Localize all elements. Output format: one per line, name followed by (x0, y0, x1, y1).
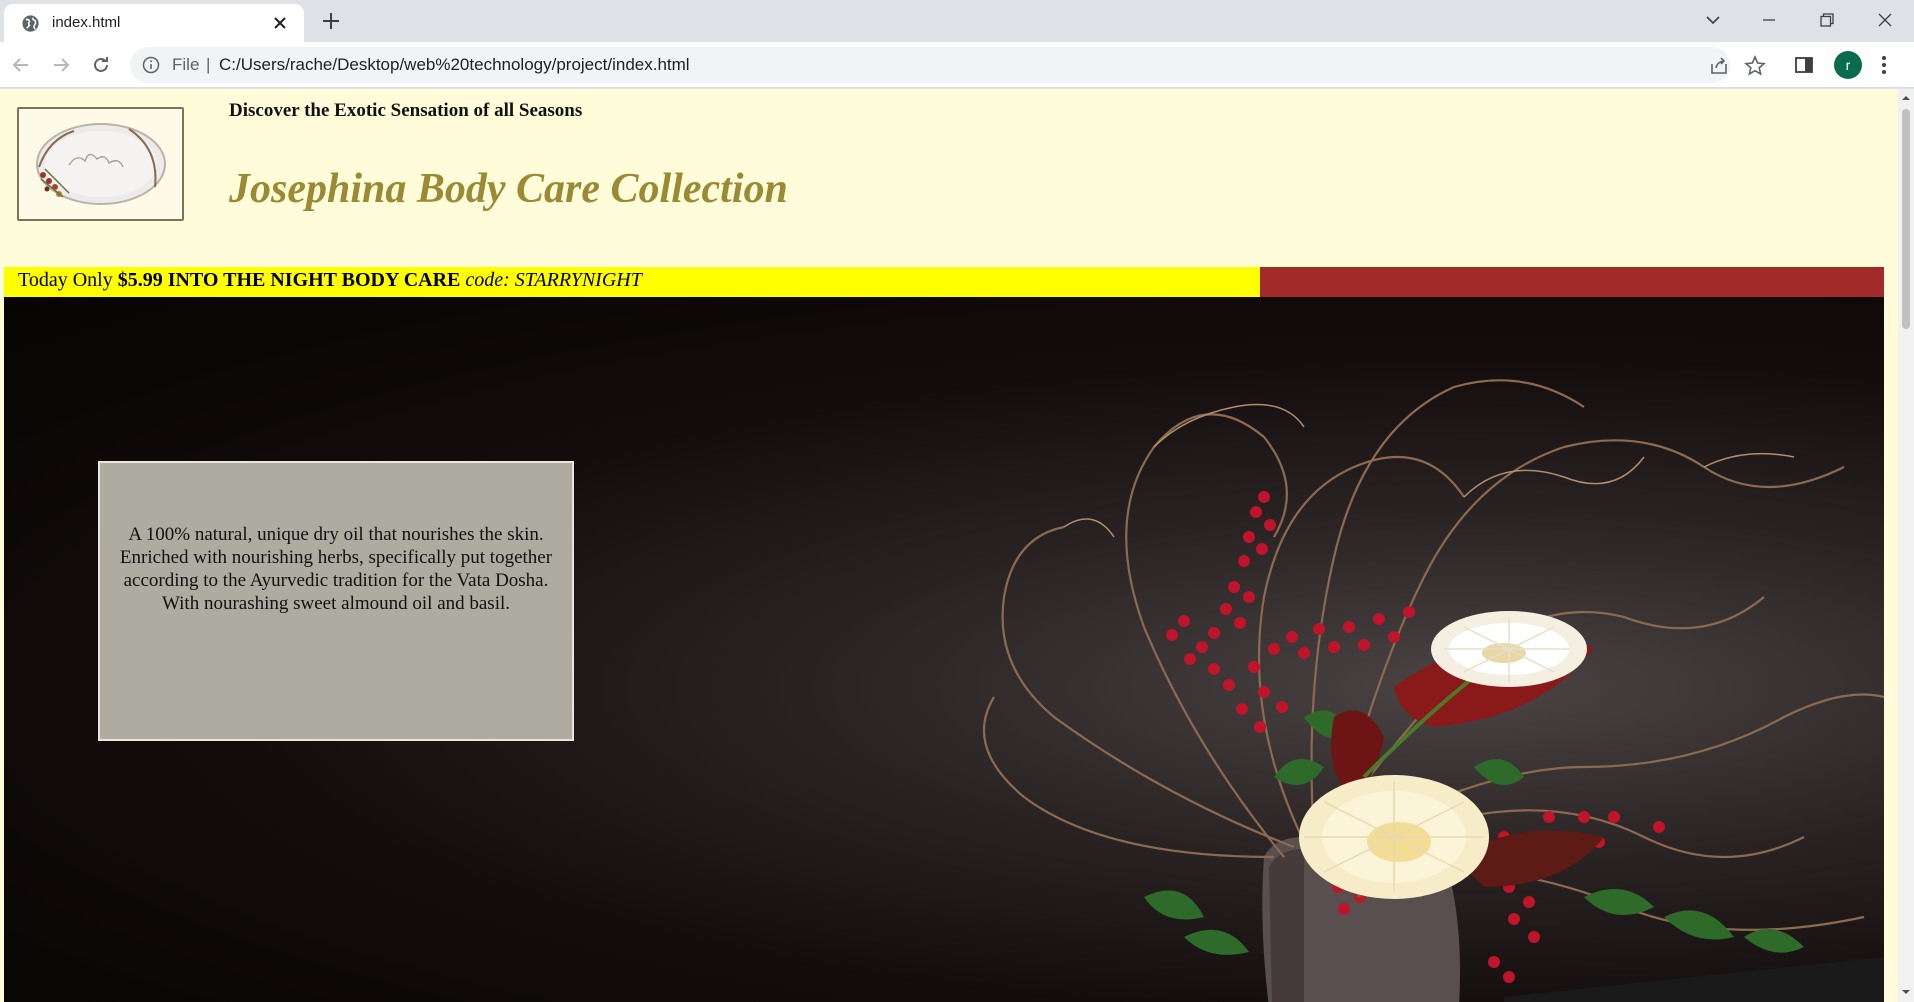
close-window-button[interactable] (1856, 0, 1914, 40)
share-icon[interactable] (1708, 55, 1730, 77)
address-bar[interactable]: File | C:/Users/rache/Desktop/web%20tech… (130, 47, 1766, 83)
address-separator: | (206, 55, 211, 74)
new-tab-icon[interactable] (318, 8, 344, 34)
tagline: Discover the Exotic Sensation of all Sea… (229, 100, 583, 121)
product-description: A 100% natural, unique dry oil that nour… (119, 524, 553, 614)
promo-offer: $5.99 INTO THE NIGHT BODY CARE (117, 269, 461, 291)
page-viewport: Discover the Exotic Sensation of all Sea… (0, 89, 1914, 1002)
product-description-box: A 100% natural, unique dry oil that nour… (98, 461, 574, 741)
tab-title: index.html (52, 14, 121, 31)
hero-image: A 100% natural, unique dry oil that nour… (4, 297, 1884, 1002)
forward-button[interactable] (48, 52, 74, 78)
back-button[interactable] (8, 52, 34, 78)
info-icon[interactable] (142, 56, 160, 74)
url-text[interactable]: C:/Users/rache/Desktop/web%20technology/… (219, 55, 690, 75)
menu-dots-icon[interactable] (1880, 55, 1888, 75)
chevron-down-icon (1706, 16, 1720, 25)
page-title: Josephina Body Care Collection (229, 166, 788, 212)
promo-code: code: STARRYNIGHT (460, 269, 642, 291)
promo-prefix: Today Only (18, 269, 118, 291)
browser-toolbar: File | C:/Users/rache/Desktop/web%20tech… (0, 42, 1914, 88)
scroll-up-icon[interactable] (1901, 93, 1911, 103)
arrow-left-icon (12, 58, 28, 72)
scheme-label: File (172, 55, 200, 74)
promo-banner: Today Only $5.99 INTO THE NIGHT BODY CAR… (4, 267, 1884, 297)
logo-image (36, 123, 166, 205)
minimize-button[interactable] (1740, 0, 1798, 40)
arrow-right-icon (54, 58, 70, 72)
close-tab-icon[interactable] (270, 13, 290, 33)
globe-icon (22, 15, 39, 32)
side-panel-icon[interactable] (1794, 55, 1814, 75)
reload-icon (94, 57, 108, 72)
profile-avatar[interactable]: r (1834, 51, 1862, 79)
browser-tab[interactable]: index.html (4, 4, 304, 42)
vertical-scrollbar[interactable] (1898, 89, 1914, 1002)
scroll-down-icon[interactable] (1901, 987, 1911, 997)
minimize-icon (1763, 19, 1775, 21)
restore-icon (1820, 13, 1834, 27)
promo-text: Today Only $5.99 INTO THE NIGHT BODY CAR… (4, 267, 1260, 297)
site-header: Discover the Exotic Sensation of all Sea… (0, 89, 1898, 265)
tab-strip: index.html (0, 0, 1914, 42)
brand-logo (17, 107, 184, 221)
tab-search-button[interactable] (1684, 0, 1742, 40)
bookmark-star-icon[interactable] (1744, 55, 1766, 77)
scroll-thumb[interactable] (1902, 109, 1910, 329)
close-icon (1878, 13, 1892, 27)
restore-button[interactable] (1798, 0, 1856, 40)
reload-button[interactable] (88, 52, 114, 78)
